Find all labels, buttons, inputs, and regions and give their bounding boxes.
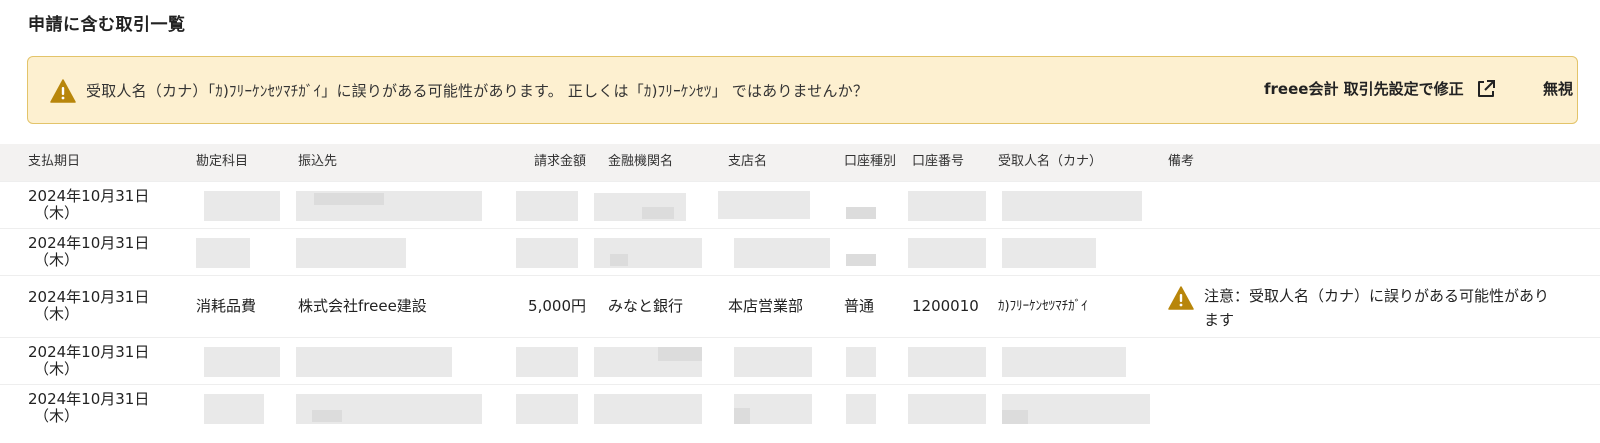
note-cell <box>1168 180 1600 228</box>
redacted-cells <box>196 383 1168 431</box>
redacted-cells <box>196 227 1168 275</box>
header-account-number: 口座番号 <box>912 154 965 170</box>
header-recipient-kana: 受取人名（カナ） <box>998 154 1103 170</box>
redacted-block <box>196 236 1168 268</box>
table-row[interactable]: 2024年10月31日 （木） <box>0 383 1600 431</box>
date-text: 2024年10月31日 <box>28 342 150 361</box>
weekday-text: （木） <box>34 203 80 222</box>
date-text: 2024年10月31日 <box>28 233 150 252</box>
table-header-row: 支払期日 勘定科目 振込先 請求金額 金融機関名 支店名 口座種別 口座番号 受… <box>0 144 1600 181</box>
transactions-table: 支払期日 勘定科目 振込先 請求金額 金融機関名 支店名 口座種別 口座番号 受… <box>0 144 1600 431</box>
note-cell <box>1168 227 1600 275</box>
date-text: 2024年10月31日 <box>28 186 150 205</box>
redacted-block <box>196 392 1168 424</box>
date-text: 2024年10月31日 <box>28 288 150 306</box>
header-payee: 振込先 <box>298 154 338 170</box>
branch-cell: 本店営業部 <box>728 274 844 337</box>
date-text: 2024年10月31日 <box>28 389 150 408</box>
redacted-cells <box>196 336 1168 384</box>
table-row[interactable]: 2024年10月31日 （木） 消耗品費 株式会社freee建設 5,000円 … <box>0 274 1600 337</box>
redacted-block <box>196 345 1168 377</box>
note-cell <box>1168 336 1600 384</box>
ignore-button[interactable]: 無視 <box>1543 78 1573 99</box>
weekday-text: （木） <box>34 359 80 378</box>
fix-link-label: freee会計 取引先設定で修正 <box>1264 80 1464 98</box>
header-branch: 支店名 <box>728 154 768 170</box>
recipient-kana-cell: ｶ)ﾌﾘｰｹﾝｾﾂﾏﾁｶﾞｲ <box>998 274 1168 337</box>
table-row[interactable]: 2024年10月31日 （木） <box>0 180 1600 228</box>
header-bank: 金融機関名 <box>608 154 674 170</box>
table-row[interactable]: 2024年10月31日 （木） <box>0 227 1600 275</box>
table-row[interactable]: 2024年10月31日 （木） <box>0 336 1600 384</box>
note-text: 注意：受取人名（カナ）に誤りがある可能性があります <box>1204 287 1550 329</box>
weekday-text: （木） <box>34 305 80 323</box>
amount-cell: 5,000円 <box>508 274 598 337</box>
account-cell: 消耗品費 <box>196 274 298 337</box>
section-title: 申請に含む取引一覧 <box>28 15 186 35</box>
warning-triangle-icon <box>1168 286 1194 310</box>
bank-cell: みなと銀行 <box>598 274 728 337</box>
account-number-cell: 1200010 <box>912 274 998 337</box>
warning-alert: 受取人名（カナ）「ｶ)ﾌﾘｰｹﾝｾﾂﾏﾁｶﾞｲ」に誤りがある可能性があります。 … <box>27 56 1578 124</box>
redacted-cells <box>196 180 1168 228</box>
due-date-cell: 2024年10月31日 （木） <box>0 274 196 337</box>
alert-message: 受取人名（カナ）「ｶ)ﾌﾘｰｹﾝｾﾂﾏﾁｶﾞｲ」に誤りがある可能性があります。 … <box>86 82 869 100</box>
weekday-text: （木） <box>34 250 80 269</box>
due-date-cell: 2024年10月31日 （木） <box>0 336 196 384</box>
warning-triangle-icon <box>50 79 76 103</box>
header-account-type: 口座種別 <box>844 154 897 170</box>
fix-in-settings-link[interactable]: freee会計 取引先設定で修正 <box>1264 78 1496 99</box>
note-cell: 注意：受取人名（カナ）に誤りがある可能性があります <box>1168 274 1600 337</box>
due-date-cell: 2024年10月31日 （木） <box>0 180 196 228</box>
weekday-text: （木） <box>34 406 80 425</box>
due-date-cell: 2024年10月31日 （木） <box>0 227 196 275</box>
account-type-cell: 普通 <box>844 274 912 337</box>
header-amount: 請求金額 <box>533 154 586 170</box>
header-due-date: 支払期日 <box>28 154 81 170</box>
due-date-cell: 2024年10月31日 （木） <box>0 383 196 431</box>
payee-cell: 株式会社freee建設 <box>298 274 508 337</box>
external-link-icon <box>1477 79 1495 97</box>
redacted-block <box>196 189 1168 221</box>
header-account: 勘定科目 <box>196 154 249 170</box>
header-note: 備考 <box>1168 154 1195 170</box>
note-cell <box>1168 383 1600 431</box>
